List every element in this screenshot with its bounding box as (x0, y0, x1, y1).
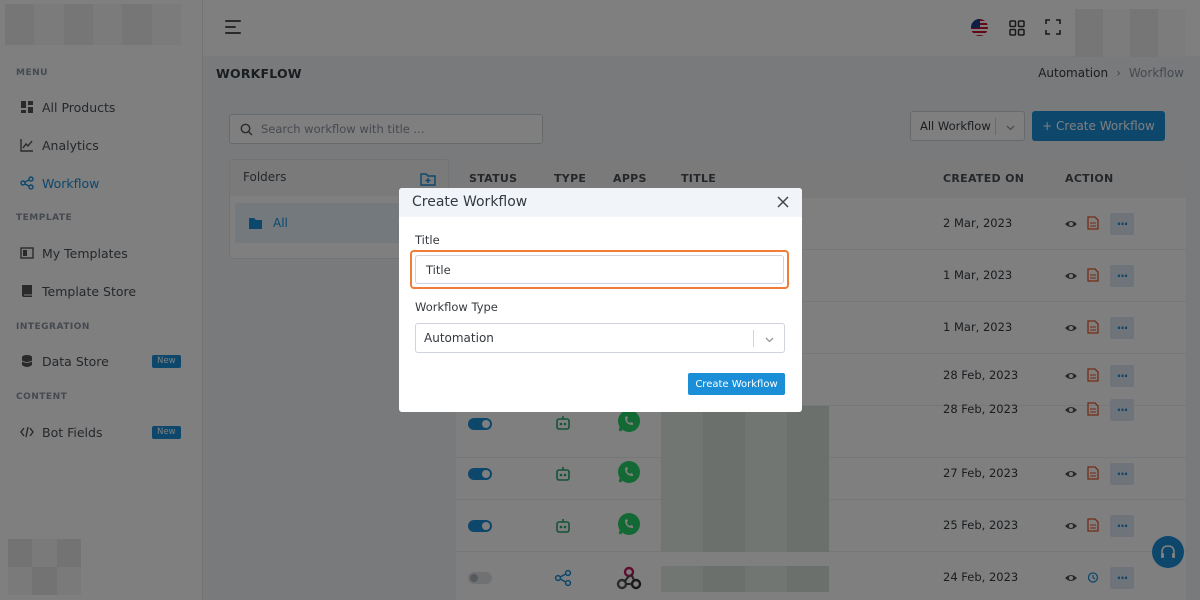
chevron-down-icon (765, 337, 774, 343)
create-workflow-submit-button[interactable]: Create Workflow (688, 373, 785, 395)
workflow-type-value: Automation (424, 331, 494, 345)
modal-title: Create Workflow (412, 194, 528, 210)
create-workflow-modal: Create Workflow Title Workflow Type Auto… (399, 188, 802, 412)
workflow-type-label: Workflow Type (415, 300, 498, 314)
title-label: Title (415, 233, 440, 247)
title-input[interactable] (415, 255, 784, 284)
title-focus-ring (410, 250, 789, 289)
close-icon[interactable] (776, 195, 790, 209)
workflow-type-select[interactable]: Automation (415, 323, 785, 353)
